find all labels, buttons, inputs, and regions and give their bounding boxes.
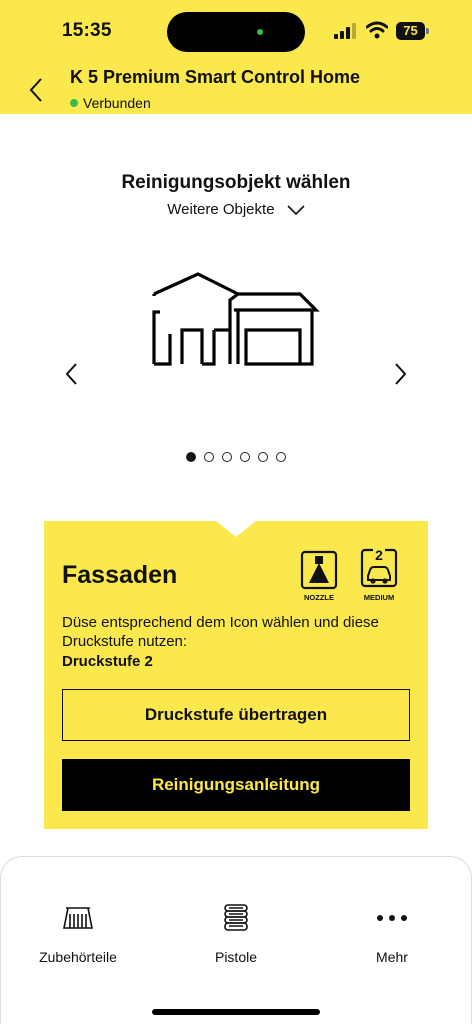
tab-accessories-label: Zubehörteile xyxy=(39,949,117,965)
battery-level: 75 xyxy=(396,22,425,40)
brush-attachment-icon xyxy=(63,907,93,929)
carousel-pagination xyxy=(0,452,472,462)
device-title: K 5 Premium Smart Control Home xyxy=(70,67,361,87)
home-indicator[interactable] xyxy=(152,1009,320,1015)
chevron-down-icon xyxy=(287,205,305,216)
connection-status-label: Verbunden xyxy=(83,95,151,111)
more-dots-icon xyxy=(377,915,407,921)
card-pointer-notch xyxy=(216,521,256,537)
tab-accessories[interactable]: Zubehörteile xyxy=(18,904,138,965)
pagination-dot[interactable] xyxy=(186,452,196,462)
pressure-level-label: MEDIUM xyxy=(364,593,394,602)
pressure-medium-car-icon: 2 MEDIUM xyxy=(360,548,398,602)
pagination-dot[interactable] xyxy=(240,452,250,462)
tab-spray-gun[interactable]: Pistole xyxy=(176,904,296,965)
tab-more-label: Mehr xyxy=(376,949,408,965)
connected-dot-icon xyxy=(70,99,78,107)
next-object-arrow-icon[interactable] xyxy=(390,360,410,388)
pagination-dot[interactable] xyxy=(258,452,268,462)
status-time: 15:35 xyxy=(62,20,112,41)
pressure-level-text: Druckstufe 2 xyxy=(62,653,153,670)
tab-more[interactable]: Mehr xyxy=(332,904,452,965)
previous-object-arrow-icon[interactable] xyxy=(62,360,82,388)
tab-spray-gun-label: Pistole xyxy=(214,949,258,965)
cleaning-guide-button[interactable]: Reinigungsanleitung xyxy=(62,759,410,811)
spray-gun-grip-icon xyxy=(224,904,248,931)
camera-indicator xyxy=(257,29,263,35)
app-header: 15:35 75 K 5 Premium Smart Control Home … xyxy=(0,0,472,114)
more-objects-dropdown[interactable]: Weitere Objekte xyxy=(0,201,472,218)
cellular-signal-icon xyxy=(334,23,356,39)
more-objects-label: Weitere Objekte xyxy=(167,201,275,218)
instruction-text: Düse entsprechend dem Icon wählen und di… xyxy=(62,614,379,650)
selector-heading: Reinigungsobjekt wählen xyxy=(121,172,351,193)
object-name: Fassaden xyxy=(62,561,178,589)
battery-icon: 75 xyxy=(396,22,430,40)
house-garage-icon xyxy=(152,272,320,366)
nozzle-icon: NOZZLE xyxy=(300,550,338,602)
cleaning-object-card: Fassaden NOZZLE 2 MEDIUM Düse entspreche… xyxy=(44,521,428,829)
wifi-icon xyxy=(366,21,388,39)
chevron-left-icon[interactable] xyxy=(26,76,46,104)
connection-status: Verbunden xyxy=(70,95,151,111)
pagination-dot[interactable] xyxy=(204,452,214,462)
nozzle-label: NOZZLE xyxy=(304,593,334,602)
transfer-pressure-level-button[interactable]: Druckstufe übertragen xyxy=(62,689,410,741)
pressure-level-badge: 2 xyxy=(375,548,383,563)
dynamic-island xyxy=(167,12,305,52)
pagination-dot[interactable] xyxy=(222,452,232,462)
pagination-dot[interactable] xyxy=(276,452,286,462)
